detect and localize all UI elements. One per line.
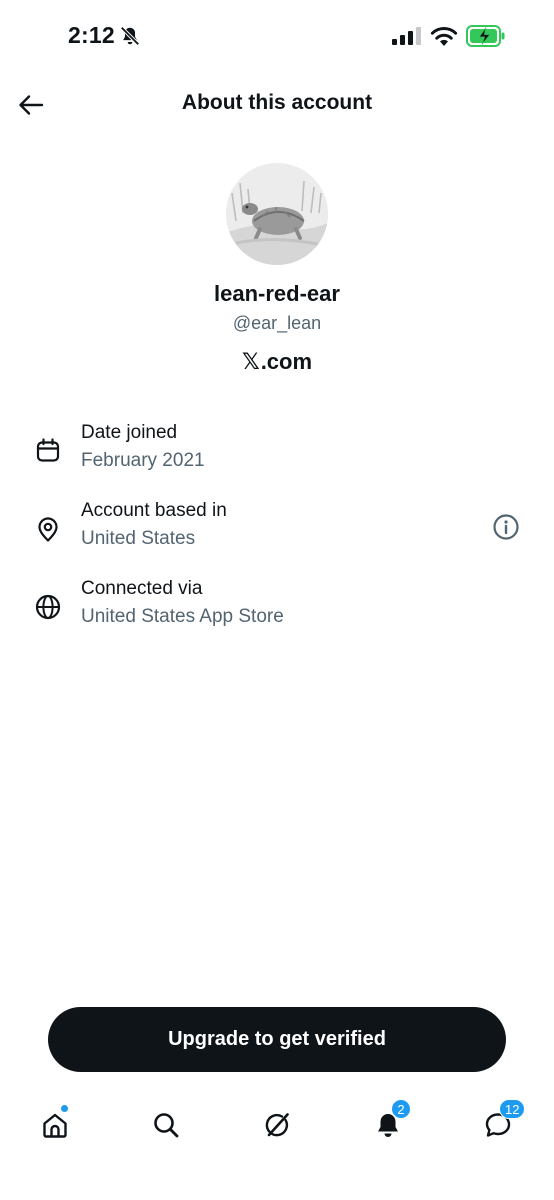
battery-charging-icon	[466, 25, 505, 47]
tab-messages[interactable]: 12	[476, 1099, 526, 1147]
tab-search[interactable]	[144, 1103, 188, 1147]
info-button[interactable]	[491, 512, 521, 542]
detail-row-account-based-in: Account based in United States	[0, 500, 554, 566]
domain-text: .com	[260, 349, 313, 374]
detail-value: United States App Store	[81, 606, 284, 627]
display-name: lean-red-ear	[214, 281, 340, 306]
messages-badge: 12	[499, 1099, 526, 1119]
tab-notifications[interactable]: 2	[366, 1099, 411, 1147]
location-pin-icon	[33, 514, 63, 544]
page-title: About this account	[181, 91, 373, 114]
cellular-signal-icon	[392, 27, 421, 45]
x-logo-icon: 𝕏	[241, 349, 260, 374]
home-icon	[43, 1113, 67, 1138]
calendar-icon	[33, 436, 63, 466]
detail-value: United States	[81, 528, 196, 549]
turtle-photo	[226, 163, 328, 265]
globe-icon	[33, 592, 63, 622]
detail-label: Connected via	[81, 578, 203, 599]
detail-label: Date joined	[81, 422, 178, 443]
avatar	[226, 163, 328, 265]
upgrade-verified-button[interactable]: Upgrade to get verified	[48, 1007, 506, 1072]
grok-icon	[265, 1113, 289, 1137]
status-time: 2:12	[68, 22, 115, 48]
home-unread-dot	[60, 1104, 69, 1113]
search-icon	[154, 1113, 179, 1138]
detail-label: Account based in	[81, 500, 227, 521]
info-icon	[493, 514, 519, 540]
verified-domain: 𝕏 .com	[0, 349, 554, 375]
about-account-screen: 2:12 About this account lean-red-ear @ea…	[0, 0, 554, 1200]
detail-value: February 2021	[81, 450, 205, 471]
bell-off-icon	[120, 26, 140, 46]
wifi-icon	[430, 27, 458, 46]
status-bar: 2:12	[0, 0, 554, 76]
notifications-badge: 2	[391, 1099, 411, 1119]
tab-grok[interactable]	[255, 1103, 299, 1147]
detail-row-connected-via: Connected via United States App Store	[0, 578, 554, 644]
detail-row-date-joined: Date joined February 2021	[0, 422, 554, 488]
tab-home[interactable]	[33, 1103, 77, 1147]
username-handle: @ear_lean	[232, 313, 322, 333]
